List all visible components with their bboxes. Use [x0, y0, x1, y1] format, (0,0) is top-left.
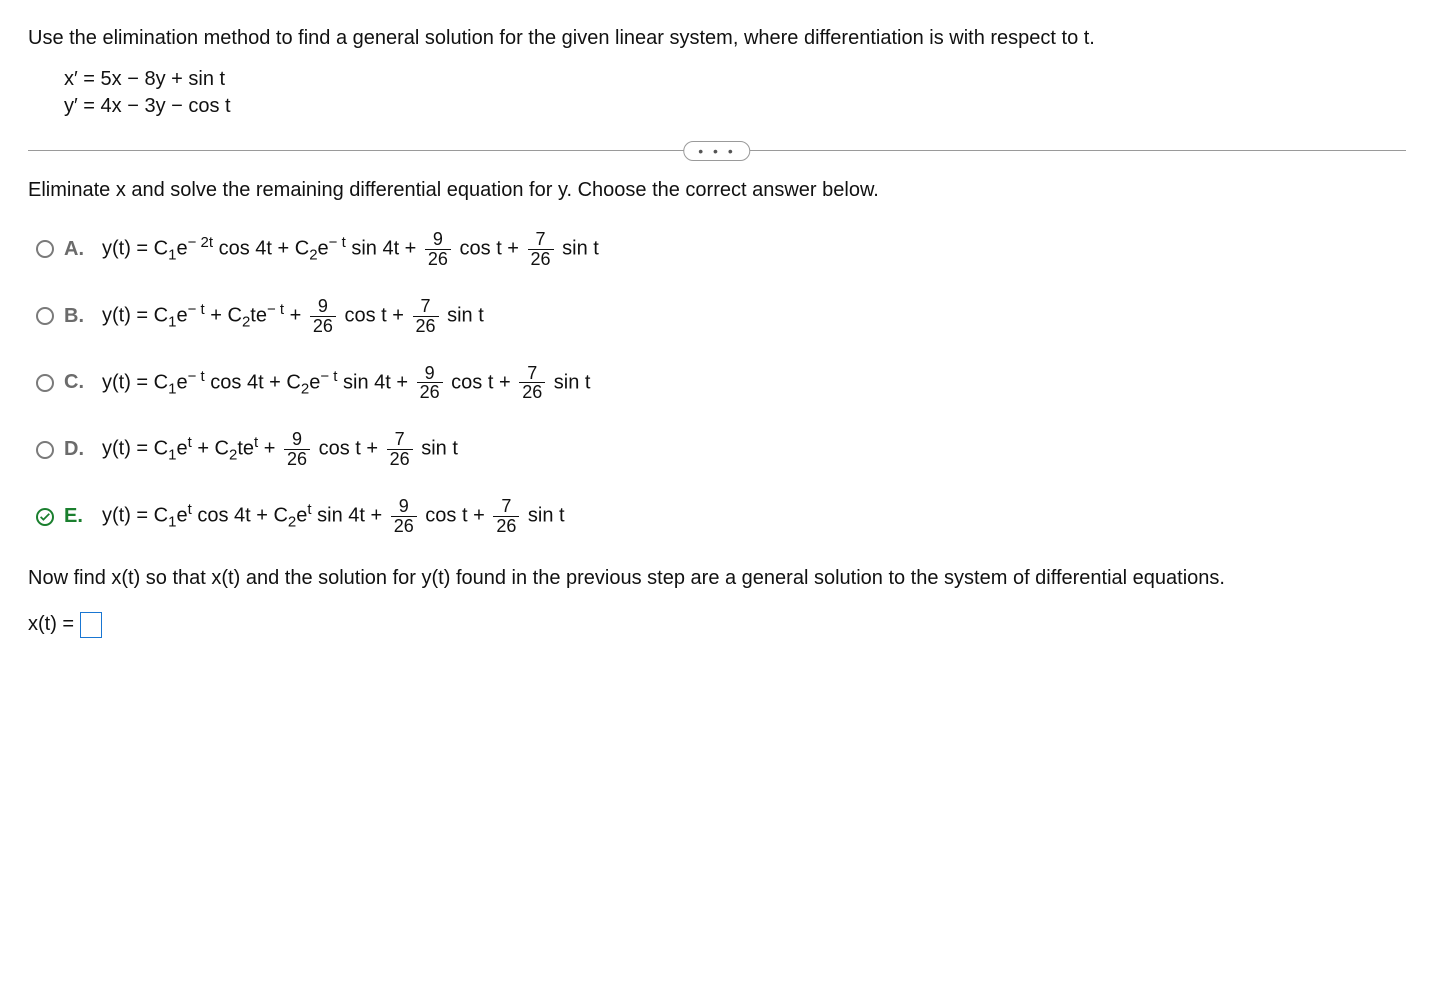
choice-expression-B: y(t) = C1e− t + C2te− t + 926 cos t + 72…	[102, 297, 484, 336]
choice-list: A. y(t) = C1e− 2t cos 4t + C2e− t sin 4t…	[36, 230, 1406, 536]
follow-up-text: Now find x(t) so that x(t) and the solut…	[28, 564, 1406, 592]
radio-A[interactable]	[36, 240, 54, 258]
radio-D[interactable]	[36, 441, 54, 459]
answer-input[interactable]	[80, 612, 102, 638]
choice-label-C: C.	[64, 371, 92, 394]
section-divider: • • •	[28, 150, 1406, 151]
check-icon	[38, 510, 52, 524]
answer-row: x(t) =	[28, 612, 1406, 638]
question-text: Use the elimination method to find a gen…	[28, 24, 1406, 52]
choice-D[interactable]: D. y(t) = C1et + C2tet + 926 cos t + 726…	[36, 430, 1406, 469]
choice-expression-C: y(t) = C1e− t cos 4t + C2e− t sin 4t + 9…	[102, 364, 591, 403]
choice-A[interactable]: A. y(t) = C1e− 2t cos 4t + C2e− t sin 4t…	[36, 230, 1406, 269]
choice-C[interactable]: C. y(t) = C1e− t cos 4t + C2e− t sin 4t …	[36, 364, 1406, 403]
answer-label: x(t) =	[28, 613, 74, 636]
choice-label-A: A.	[64, 238, 92, 261]
choice-B[interactable]: B. y(t) = C1e− t + C2te− t + 926 cos t +…	[36, 297, 1406, 336]
choice-expression-A: y(t) = C1e− 2t cos 4t + C2e− t sin 4t + …	[102, 230, 599, 269]
choice-expression-E: y(t) = C1et cos 4t + C2et sin 4t + 926 c…	[102, 497, 565, 536]
system-equations: x′ = 5x − 8y + sin t y′ = 4x − 3y − cos …	[64, 68, 1406, 118]
sub-prompt: Eliminate x and solve the remaining diff…	[28, 179, 1406, 202]
choice-label-E: E.	[64, 505, 92, 528]
radio-E[interactable]	[36, 508, 54, 526]
radio-C[interactable]	[36, 374, 54, 392]
choice-label-D: D.	[64, 438, 92, 461]
choice-expression-D: y(t) = C1et + C2tet + 926 cos t + 726 si…	[102, 430, 458, 469]
equation-1: x′ = 5x − 8y + sin t	[64, 68, 1406, 91]
equation-2: y′ = 4x − 3y − cos t	[64, 95, 1406, 118]
choice-label-B: B.	[64, 305, 92, 328]
choice-E[interactable]: E. y(t) = C1et cos 4t + C2et sin 4t + 92…	[36, 497, 1406, 536]
radio-B[interactable]	[36, 307, 54, 325]
expand-dots[interactable]: • • •	[683, 141, 750, 161]
